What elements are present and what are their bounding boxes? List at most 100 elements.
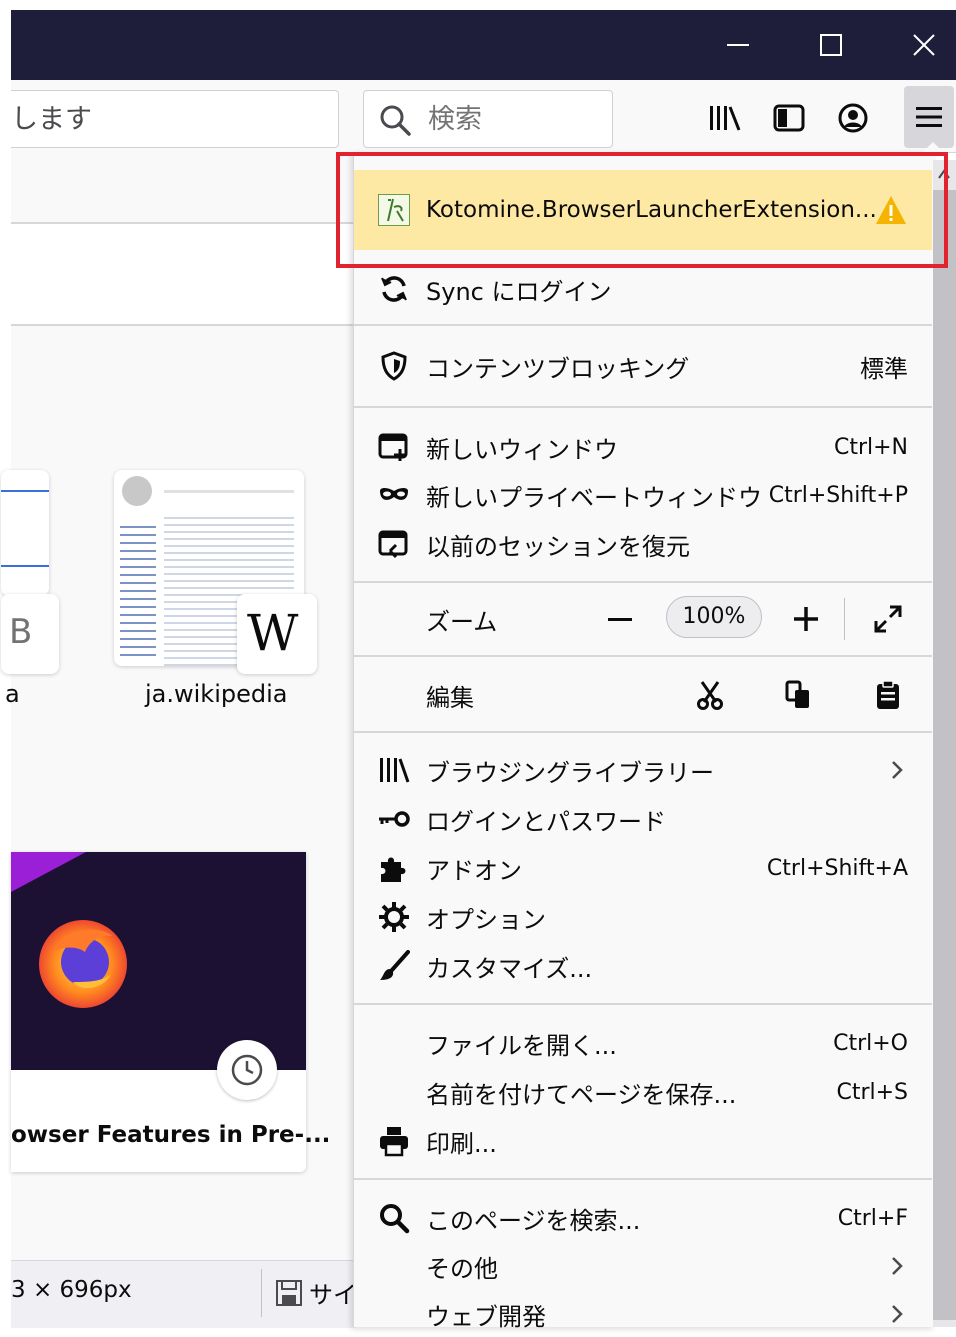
window-titlebar bbox=[11, 10, 956, 80]
highlight-annotation-box bbox=[336, 152, 948, 268]
find-in-page-label: このページを検索... bbox=[426, 1206, 641, 1235]
chevron-right-icon bbox=[892, 1257, 903, 1275]
search-icon bbox=[376, 1200, 412, 1236]
restore-session-item[interactable]: 以前のセッションを復元 bbox=[354, 521, 932, 567]
open-file-item[interactable]: ファイルを開く... Ctrl+O bbox=[354, 1020, 932, 1066]
content-blocking-item[interactable]: コンテンツブロッキング 標準 bbox=[354, 343, 932, 389]
open-file-label: ファイルを開く... bbox=[426, 1031, 617, 1060]
menu-separator bbox=[354, 1178, 932, 1180]
card-title: owser Features in Pre-... bbox=[11, 1122, 331, 1148]
zoom-reset-button[interactable]: 100% bbox=[666, 596, 762, 638]
content-blocking-value: 標準 bbox=[860, 354, 908, 383]
highlight-card[interactable]: owser Features in Pre-... bbox=[11, 852, 330, 1172]
zoom-row: ズーム 100% bbox=[354, 596, 932, 642]
page-content: B a W ja.wikipedia owser Features in Pre… bbox=[1, 152, 357, 1328]
top-site-letter: B bbox=[9, 612, 33, 652]
library-button[interactable] bbox=[705, 98, 745, 138]
zoom-out-button[interactable] bbox=[600, 596, 640, 642]
gear-icon bbox=[376, 899, 412, 935]
new-window-label: 新しいウィンドウ bbox=[426, 435, 618, 464]
page-status-bar: 3 × 696px サイ bbox=[11, 1260, 357, 1328]
options-item[interactable]: オプション bbox=[354, 894, 932, 940]
menu-separator bbox=[354, 406, 932, 408]
page-banner bbox=[11, 224, 356, 326]
top-site-label: a bbox=[5, 680, 20, 708]
navigation-toolbar: します 検索 bbox=[11, 80, 956, 153]
close-button[interactable] bbox=[894, 10, 954, 80]
menu-scrollbar[interactable] bbox=[933, 160, 956, 1327]
restore-session-icon bbox=[376, 526, 412, 562]
top-site-thumbnail[interactable] bbox=[1, 470, 49, 596]
search-bar[interactable]: 検索 bbox=[363, 90, 613, 148]
cut-button[interactable] bbox=[690, 672, 730, 718]
app-menu-button[interactable] bbox=[904, 86, 954, 148]
clock-icon bbox=[217, 1040, 277, 1100]
sync-login-label: Sync にログイン bbox=[426, 277, 612, 306]
paintbrush-icon bbox=[376, 948, 412, 984]
key-icon bbox=[376, 801, 412, 837]
save-page-item[interactable]: 名前を付けてページを保存... Ctrl+S bbox=[354, 1069, 932, 1115]
save-page-shortcut: Ctrl+S bbox=[836, 1079, 908, 1105]
sidebar-button[interactable] bbox=[769, 98, 809, 138]
maximize-icon bbox=[820, 34, 842, 56]
paste-button[interactable] bbox=[868, 672, 908, 718]
fullscreen-button[interactable] bbox=[868, 596, 908, 642]
maximize-button[interactable] bbox=[801, 10, 861, 80]
card-image bbox=[11, 852, 306, 1070]
sync-icon bbox=[376, 271, 412, 307]
options-label: オプション bbox=[426, 905, 546, 934]
url-bar[interactable]: します bbox=[11, 90, 339, 148]
menu-separator bbox=[354, 581, 932, 583]
new-window-item[interactable]: 新しいウィンドウ Ctrl+N bbox=[354, 424, 932, 470]
paste-icon bbox=[877, 680, 899, 709]
edit-row: 編集 bbox=[354, 672, 932, 718]
sync-login-item[interactable]: Sync にログイン bbox=[354, 266, 932, 312]
zoom-label: ズーム bbox=[426, 607, 498, 636]
find-in-page-item[interactable]: このページを検索... Ctrl+F bbox=[354, 1195, 932, 1241]
zoom-in-button[interactable] bbox=[786, 596, 826, 642]
wikipedia-letter: W bbox=[247, 604, 299, 662]
menu-separator bbox=[354, 731, 932, 733]
copy-icon bbox=[785, 680, 809, 708]
more-label: その他 bbox=[426, 1254, 498, 1283]
scrollbar-thumb[interactable] bbox=[933, 190, 956, 1320]
customize-item[interactable]: カスタマイズ... bbox=[354, 943, 932, 989]
print-label: 印刷... bbox=[426, 1129, 497, 1158]
web-developer-item[interactable]: ウェブ開発 bbox=[354, 1291, 932, 1337]
url-bar-text: します bbox=[11, 104, 92, 135]
more-item[interactable]: その他 bbox=[354, 1243, 932, 1289]
top-site-icon-b[interactable]: B bbox=[1, 594, 59, 674]
print-item[interactable]: 印刷... bbox=[354, 1118, 932, 1164]
addons-label: アドオン bbox=[426, 856, 522, 885]
new-window-icon bbox=[376, 429, 412, 465]
top-site-label-wikipedia: ja.wikipedia bbox=[145, 680, 288, 708]
sidebar-icon bbox=[773, 104, 805, 132]
puzzle-piece-icon bbox=[376, 850, 412, 886]
web-developer-label: ウェブ開発 bbox=[426, 1302, 546, 1331]
close-icon bbox=[913, 34, 935, 56]
menu-separator bbox=[354, 1003, 932, 1005]
addons-item[interactable]: アドオン Ctrl+Shift+A bbox=[354, 845, 932, 891]
chevron-right-icon bbox=[892, 761, 903, 779]
logins-passwords-label: ログインとパスワード bbox=[426, 807, 666, 836]
copy-button[interactable] bbox=[778, 672, 818, 718]
library-item[interactable]: ブラウジングライブラリー bbox=[354, 747, 932, 793]
new-window-shortcut: Ctrl+N bbox=[833, 434, 908, 460]
edit-label: 編集 bbox=[426, 683, 474, 712]
search-icon bbox=[380, 105, 411, 136]
find-in-page-shortcut: Ctrl+F bbox=[837, 1205, 908, 1231]
private-mask-icon bbox=[376, 477, 412, 513]
hamburger-icon bbox=[916, 107, 942, 127]
library-label: ブラウジングライブラリー bbox=[426, 758, 714, 787]
account-button[interactable] bbox=[833, 98, 873, 138]
customize-label: カスタマイズ... bbox=[426, 954, 593, 983]
firefox-logo-icon bbox=[39, 920, 127, 1008]
private-window-item[interactable]: 新しいプライベートウィンドウ Ctrl+Shift+P bbox=[354, 472, 932, 518]
shield-icon bbox=[376, 348, 412, 384]
minimize-button[interactable] bbox=[708, 10, 768, 80]
private-window-label: 新しいプライベートウィンドウ bbox=[426, 483, 762, 512]
addons-shortcut: Ctrl+Shift+A bbox=[766, 855, 908, 881]
save-icon bbox=[276, 1280, 302, 1306]
logins-passwords-item[interactable]: ログインとパスワード bbox=[354, 796, 932, 842]
menu-separator bbox=[354, 324, 932, 326]
